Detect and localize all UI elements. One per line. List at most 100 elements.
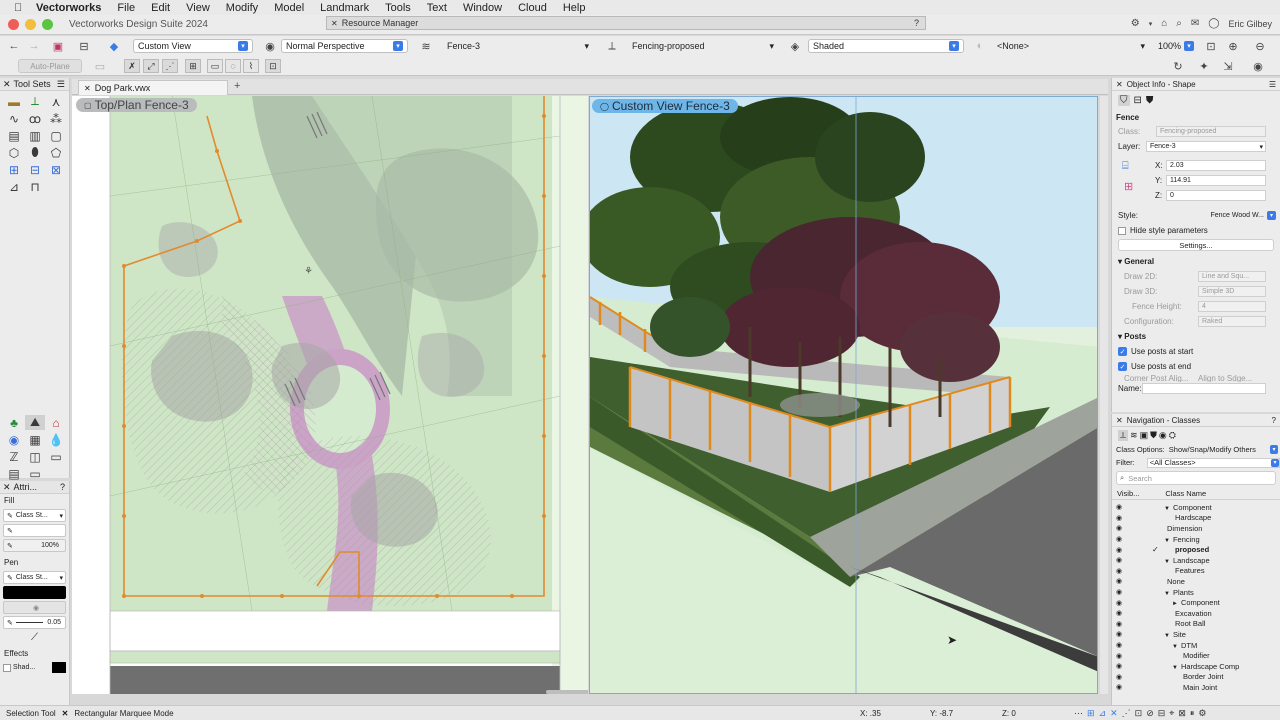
- data-tab-icon[interactable]: ⊟: [1134, 95, 1142, 106]
- menu-modify[interactable]: Modify: [226, 2, 258, 14]
- menu-help[interactable]: Help: [563, 2, 586, 14]
- pen-color-swatch[interactable]: [3, 586, 66, 599]
- parking-icon[interactable]: ⬡: [4, 145, 24, 160]
- landmark-toolset-icon[interactable]: ♣: [4, 415, 24, 430]
- classes-icon[interactable]: ⟂: [604, 39, 620, 53]
- class-row[interactable]: ◉ ▼ Landscape: [1112, 555, 1280, 566]
- pause-icon[interactable]: ⏸: [1190, 708, 1195, 719]
- use-posts-end-checkbox[interactable]: ✓: [1118, 362, 1127, 371]
- plant-icon[interactable]: ⬠: [46, 145, 66, 160]
- menu-cloud[interactable]: Cloud: [518, 2, 547, 14]
- polygon-select-icon[interactable]: ⌇: [243, 59, 259, 73]
- fit-to-window-icon[interactable]: ⊡: [1203, 39, 1219, 53]
- expand-arrow-icon[interactable]: ▼: [1164, 559, 1170, 565]
- top-plan-view-label[interactable]: ▢ Top/Plan Fence-3: [76, 98, 197, 112]
- perspective-icon[interactable]: ⇲: [1220, 59, 1236, 73]
- fence-icon[interactable]: ▤: [4, 128, 24, 143]
- back-arrow-icon[interactable]: ←: [6, 39, 22, 53]
- class-row[interactable]: ◉ None: [1112, 576, 1280, 587]
- snap-distance-icon[interactable]: ⋰: [1122, 708, 1131, 719]
- eye-visibility-icon[interactable]: ◉: [1116, 588, 1125, 596]
- flyover-icon[interactable]: ↻: [1170, 59, 1186, 73]
- eye-visibility-icon[interactable]: ◉: [1116, 503, 1125, 511]
- snap-intersection-icon[interactable]: ✕: [1110, 708, 1118, 719]
- eye-visibility-icon[interactable]: ◉: [1116, 524, 1125, 532]
- working-plane-icon[interactable]: ▭: [92, 59, 108, 73]
- standard-view-select[interactable]: Custom View ▾: [133, 39, 253, 53]
- fill-opacity-field[interactable]: ✎ 100%: [3, 539, 66, 552]
- shadow-swatch[interactable]: [52, 662, 66, 673]
- class-options-select[interactable]: Show/Snap/Modify Others ▾: [1169, 445, 1280, 454]
- class-row[interactable]: ◉ Modifier: [1112, 650, 1280, 661]
- detailing-toolset-icon[interactable]: ▦: [25, 432, 45, 447]
- close-icon[interactable]: ✕: [1116, 80, 1123, 89]
- gear-icon[interactable]: ⚙: [1131, 18, 1140, 29]
- z-field[interactable]: 0: [1166, 190, 1266, 201]
- expand-arrow-icon[interactable]: ▼: [1172, 644, 1178, 650]
- class-row[interactable]: ◉ Root Ball: [1112, 619, 1280, 630]
- search-icon[interactable]: ⌕: [1176, 18, 1182, 29]
- expand-arrow-icon[interactable]: ▼: [1172, 665, 1178, 671]
- menu-tools[interactable]: Tools: [385, 2, 411, 14]
- layer-field[interactable]: Fence-3 ▾: [1146, 141, 1266, 152]
- active-layer-select[interactable]: Fence-3 ▾: [443, 39, 593, 53]
- y-field[interactable]: 114.91: [1166, 175, 1266, 186]
- menu-icon[interactable]: ☰: [57, 79, 65, 90]
- class-row[interactable]: ◉ Dimension: [1112, 523, 1280, 534]
- forward-arrow-icon[interactable]: →: [26, 39, 42, 53]
- class-row[interactable]: ◉ ▼ Site: [1112, 629, 1280, 640]
- references-tab-icon[interactable]: ◉: [1159, 430, 1167, 441]
- eye-visibility-icon[interactable]: ◉: [1116, 652, 1125, 660]
- bench-icon[interactable]: ⊓: [25, 179, 45, 194]
- class-row[interactable]: ◉ Main Joint: [1112, 682, 1280, 693]
- snap-angle-icon[interactable]: ⋰: [162, 59, 178, 73]
- menu-icon[interactable]: ☰: [1269, 80, 1276, 89]
- snap-object-icon[interactable]: ⊞: [1087, 708, 1095, 719]
- visibility-column-header[interactable]: Visib...: [1117, 489, 1139, 498]
- pen-style-select[interactable]: ✎ Class St... ▾: [3, 571, 66, 584]
- classes-tab-icon[interactable]: ⟂: [1118, 429, 1129, 441]
- lasso-icon[interactable]: ◌: [225, 59, 241, 73]
- symbols-tab-icon[interactable]: ⛭: [1169, 430, 1176, 441]
- eye-visibility-icon[interactable]: ◉: [1116, 535, 1125, 543]
- eye-visibility-icon[interactable]: ◉: [1116, 662, 1125, 670]
- class-row[interactable]: ◉ ▼ Fencing: [1112, 534, 1280, 545]
- close-icon[interactable]: ✕: [3, 482, 11, 493]
- contour-icon[interactable]: ∿: [4, 111, 24, 126]
- eye-visibility-icon[interactable]: ◉: [1116, 514, 1125, 522]
- snap-wp-icon[interactable]: ⌖: [1169, 708, 1174, 719]
- settings-button[interactable]: Settings...: [1118, 239, 1274, 251]
- dims-toolset-icon[interactable]: ℤ: [4, 449, 24, 464]
- eye-visibility-icon[interactable]: ◉: [1116, 641, 1125, 649]
- eye-visibility-icon[interactable]: ◉: [1116, 673, 1125, 681]
- eye-visibility-icon[interactable]: ◉: [1116, 620, 1125, 628]
- style-value[interactable]: Fence Wood W...: [1210, 212, 1264, 219]
- configuration-field[interactable]: Raked: [1198, 316, 1266, 327]
- measure-toolset-icon[interactable]: ▭: [46, 449, 66, 464]
- fence-height-field[interactable]: 4: [1198, 301, 1266, 312]
- menu-model[interactable]: Model: [274, 2, 304, 14]
- snap-intersection-icon[interactable]: ⊞: [185, 59, 201, 73]
- menu-window[interactable]: Window: [463, 2, 502, 14]
- menu-text[interactable]: Text: [427, 2, 447, 14]
- hide-style-checkbox[interactable]: [1118, 226, 1126, 235]
- projection-select[interactable]: Normal Perspective ▾: [281, 39, 408, 53]
- snap-surface-icon[interactable]: ⊟: [1158, 708, 1166, 719]
- grade-icon[interactable]: ⟂: [25, 94, 45, 109]
- pipe-icon[interactable]: ⊠: [46, 162, 66, 177]
- walkthrough-icon[interactable]: ✦: [1196, 59, 1212, 73]
- bookmark-icon[interactable]: ▣: [50, 39, 66, 53]
- drip-icon[interactable]: ⊟: [25, 162, 45, 177]
- eye-visibility-icon[interactable]: ◉: [1116, 609, 1125, 617]
- line-style-icon[interactable]: ⟋: [0, 632, 69, 643]
- custom-view-label[interactable]: ◯ Custom View Fence-3: [592, 99, 738, 113]
- irrigation-icon[interactable]: ⊞: [4, 162, 24, 177]
- close-icon[interactable]: ✕: [331, 19, 338, 28]
- class-row[interactable]: ◉ ✓ proposed: [1112, 544, 1280, 555]
- help-icon[interactable]: ?: [60, 482, 65, 492]
- eye-visibility-icon[interactable]: ◉: [1116, 577, 1125, 585]
- use-posts-start-checkbox[interactable]: ✓: [1118, 347, 1127, 356]
- close-tab-icon[interactable]: ✕: [84, 84, 91, 93]
- use-posts-end-row[interactable]: ✓ Use posts at end: [1112, 359, 1280, 374]
- eye-visibility-icon[interactable]: ◉: [1116, 599, 1125, 607]
